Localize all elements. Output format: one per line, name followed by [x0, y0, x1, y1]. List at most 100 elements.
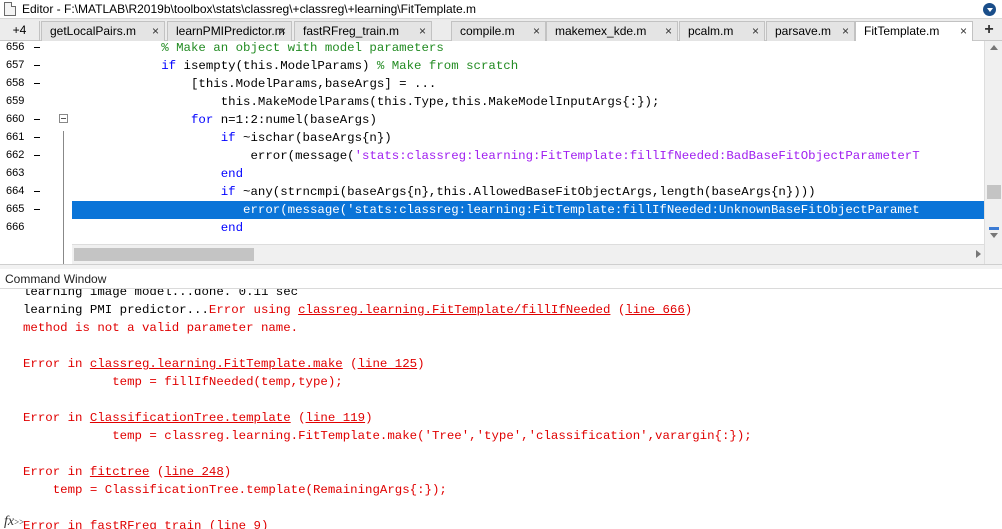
code-token: this.MakeModelParams(this.Type,this.Make… — [220, 95, 660, 109]
tab-label: pcalm.m — [688, 24, 734, 38]
code-line[interactable]: end — [72, 219, 984, 237]
tab-learnpmipredictor[interactable]: learnPMIPredictor.m × — [167, 21, 292, 41]
tab-label: fastRFreg_train.m — [303, 24, 400, 38]
error-link[interactable]: fastRFreg_train — [90, 519, 202, 529]
close-tab-icon[interactable]: × — [665, 22, 672, 40]
line-number: 656 — [6, 41, 25, 53]
function-browser-icon[interactable]: fx>> — [4, 514, 24, 529]
line-gutter[interactable]: 660 — [0, 111, 72, 129]
line-gutter[interactable]: 656 — [0, 41, 72, 57]
more-tabs-button[interactable]: +4 — [0, 21, 40, 41]
line-number: 662 — [6, 149, 25, 161]
collapse-icon[interactable] — [59, 114, 68, 123]
breakpoint-dash[interactable] — [34, 119, 40, 120]
error-link[interactable]: line 666 — [625, 303, 685, 317]
close-tab-icon[interactable]: × — [152, 22, 159, 40]
keyword-token: if — [220, 131, 236, 145]
breakpoint-dash[interactable] — [34, 47, 40, 48]
close-tab-icon[interactable]: × — [960, 22, 967, 40]
close-tab-icon[interactable]: × — [842, 22, 849, 40]
line-gutter[interactable]: 665 — [0, 201, 72, 219]
code-line[interactable]: [this.ModelParams,baseArgs] = ... — [72, 75, 984, 93]
error-link[interactable]: line 119 — [306, 411, 366, 425]
error-link[interactable]: line 248 — [164, 465, 224, 479]
code-line[interactable]: this.MakeModelParams(this.Type,this.Make… — [72, 93, 984, 111]
tab-makemex_kde[interactable]: makemex_kde.m × — [546, 21, 678, 41]
breakpoint-dash[interactable] — [34, 65, 40, 66]
tab-compile[interactable]: compile.m × — [451, 21, 546, 41]
code-line[interactable]: end — [72, 165, 984, 183]
line-gutter[interactable]: 666 — [0, 219, 72, 237]
close-tab-icon[interactable]: × — [279, 22, 286, 40]
scroll-down-icon[interactable] — [990, 233, 998, 238]
code-line[interactable]: for n=1:2:numel(baseArgs) — [72, 111, 984, 129]
line-number: 663 — [6, 167, 25, 179]
comment-token: % Make from scratch — [376, 59, 519, 73]
code-line[interactable]: error(message('stats:classreg:learning:F… — [72, 147, 984, 165]
breakpoint-dash[interactable] — [34, 209, 40, 210]
code-line[interactable]: if ~ischar(baseArgs{n}) — [72, 129, 984, 147]
error-link[interactable]: line 125 — [358, 357, 418, 371]
add-tab-button[interactable]: + — [978, 21, 1000, 41]
window-title: Editor - F:\MATLAB\R2019b\toolbox\stats\… — [22, 2, 476, 16]
error-link[interactable]: line 9 — [216, 519, 261, 529]
close-tab-icon[interactable]: × — [752, 22, 759, 40]
line-gutter[interactable]: 657 — [0, 57, 72, 75]
line-gutter[interactable]: 664 — [0, 183, 72, 201]
command-output-line: Error in ClassificationTree.template (li… — [23, 409, 373, 427]
line-gutter[interactable]: 663 — [0, 165, 72, 183]
close-tab-icon[interactable]: × — [419, 22, 426, 40]
error-text: temp = fillIfNeeded(temp,type); — [23, 375, 343, 389]
line-number: 664 — [6, 185, 25, 197]
window-menu-icon[interactable] — [983, 3, 996, 16]
close-tab-icon[interactable]: × — [533, 22, 540, 40]
code-line[interactable]: if ~any(strncmpi(baseArgs{n},this.Allowe… — [72, 183, 984, 201]
error-link[interactable]: fitctree — [90, 465, 150, 479]
command-window[interactable]: learning image model...done. 0.11 sec lea… — [0, 289, 1002, 529]
title-bar: Editor - F:\MATLAB\R2019b\toolbox\stats\… — [0, 0, 1002, 19]
scroll-right-icon[interactable] — [976, 250, 981, 258]
error-link[interactable]: ClassificationTree.template — [90, 411, 291, 425]
error-text: Error in — [23, 411, 90, 425]
breakpoint-dash[interactable] — [34, 137, 40, 138]
editor-horizontal-scrollbar[interactable] — [72, 244, 984, 264]
line-gutter[interactable]: 661 — [0, 129, 72, 147]
code-editor[interactable]: 656 % Make an object with model paramete… — [0, 41, 1002, 264]
command-output-line: method is not a valid parameter name. — [23, 319, 298, 337]
line-gutter[interactable]: 659 — [0, 93, 72, 111]
line-number: 665 — [6, 203, 25, 215]
code-line-selected[interactable]: error(message('stats:classreg:learning:F… — [72, 201, 984, 219]
tab-getlocalpairs[interactable]: getLocalPairs.m × — [41, 21, 165, 41]
error-text: temp = ClassificationTree.template(Remai… — [23, 483, 447, 497]
breakpoint-dash[interactable] — [34, 155, 40, 156]
tab-label: getLocalPairs.m — [50, 24, 137, 38]
scroll-thumb[interactable] — [987, 185, 1001, 199]
document-icon — [4, 2, 16, 16]
command-output-line: Error in classreg.learning.FitTemplate.m… — [23, 355, 425, 373]
horizontal-scroll-thumb[interactable] — [74, 248, 254, 261]
command-output-line: temp = fillIfNeeded(temp,type); — [23, 373, 343, 391]
error-link[interactable]: classreg.learning.FitTemplate.make — [90, 357, 343, 371]
code-line[interactable]: if isempty(this.ModelParams) % Make from… — [72, 57, 984, 75]
breakpoint-dash[interactable] — [34, 191, 40, 192]
tab-fastrfreg_train[interactable]: fastRFreg_train.m × — [294, 21, 432, 41]
error-link[interactable]: classreg.learning.FitTemplate/fillIfNeed… — [298, 303, 610, 317]
command-window-header: Command Window — [0, 269, 1002, 289]
scroll-up-icon[interactable] — [990, 45, 998, 50]
line-gutter[interactable]: 658 — [0, 75, 72, 93]
line-number: 661 — [6, 131, 25, 143]
tab-parsave[interactable]: parsave.m × — [766, 21, 855, 41]
editor-vertical-scrollbar[interactable] — [984, 41, 1002, 264]
tab-label: FitTemplate.m — [864, 24, 940, 38]
code-line[interactable]: % Make an object with model parameters — [72, 41, 984, 57]
tab-pcalm[interactable]: pcalm.m × — [679, 21, 765, 41]
line-gutter[interactable]: 662 — [0, 147, 72, 165]
breakpoint-dash[interactable] — [34, 83, 40, 84]
error-text: ) — [260, 519, 269, 529]
error-text: ( — [610, 303, 626, 317]
tab-fittemplate[interactable]: FitTemplate.m × — [855, 21, 973, 42]
